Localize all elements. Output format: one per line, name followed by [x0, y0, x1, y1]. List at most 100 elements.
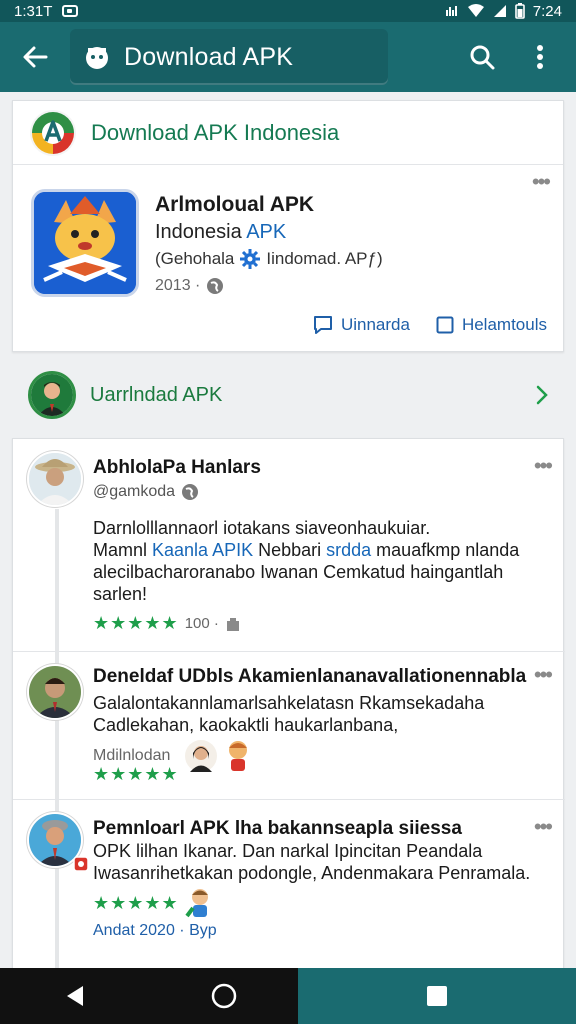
app-header-card: Download APK Indonesia Arlmoloual APK In… — [12, 100, 564, 352]
android-robot-icon — [86, 47, 108, 69]
status-time-left: 1:31T — [14, 2, 53, 20]
header-title: Download APK Indonesia — [91, 119, 340, 145]
header-row: Download APK Indonesia — [13, 101, 563, 165]
triangle-back-icon — [66, 986, 83, 1006]
review-item: Deneldaf UDbls Akamienlananavallationenn… — [13, 651, 565, 799]
sticker-kid-icon — [185, 889, 208, 918]
review-line: Iwasanrihetkakan podongle, Andenmakara P… — [93, 863, 531, 883]
app-bar-title: Download APK — [124, 42, 294, 71]
nav-home-button[interactable] — [196, 968, 252, 1024]
wifi-icon — [467, 4, 484, 17]
review-line: Darnlolllannaorl iotakans siaveonhaukuia… — [93, 518, 431, 538]
review-highlight: Kaanla APIK — [152, 540, 254, 560]
review-item: Pemnloarl APK lha bakannseapla siiessa •… — [13, 799, 565, 968]
review-more-button[interactable]: ••• — [534, 662, 553, 688]
overflow-menu-button[interactable] — [520, 37, 560, 77]
review-highlight: srdda — [326, 540, 372, 560]
chevron-right-icon — [536, 385, 548, 405]
app-name: Arlmoloual APK — [155, 193, 315, 216]
star-rating: ★★★★★ — [93, 613, 179, 633]
globe-icon — [182, 484, 199, 500]
system-nav-bar — [0, 968, 576, 1024]
comment-action-button[interactable]: Uinnarda — [313, 315, 410, 335]
circle-home-icon — [211, 983, 236, 1009]
review-more-button[interactable]: ••• — [534, 814, 553, 840]
review-line: Mamnl Kaanla APIK Nebbari srdda mauafkmp… — [93, 539, 548, 561]
reviewer-handle: @gamkoda — [93, 483, 199, 501]
arrow-back-icon — [23, 46, 48, 68]
status-time-right: 7:24 — [532, 2, 562, 20]
app-year-text: 2013 · — [155, 277, 201, 294]
review-count: 100 · — [184, 615, 219, 632]
reviewer-avatar[interactable] — [27, 664, 83, 720]
title-box: Download APK — [70, 29, 388, 85]
app-subtitle: Indonesia APK — [155, 221, 286, 244]
cell-signal-icon — [493, 5, 506, 17]
back-button[interactable] — [0, 22, 70, 92]
signal-icon — [445, 6, 457, 16]
review-meta: ★★★★★ 100 · — [93, 613, 241, 634]
more-vert-icon — [537, 45, 543, 69]
app-icon[interactable] — [31, 189, 139, 297]
nav-recents-button[interactable] — [409, 968, 465, 1024]
mascot-icon — [34, 192, 136, 294]
battery-icon — [514, 3, 525, 19]
review-line: Galalontakannlamarlsahkelatasn Rkamsekad… — [93, 693, 485, 713]
review-body: OPK lilhan Ikanar. Dan narkal Ipincitan … — [93, 840, 548, 884]
sticker-woman-icon — [185, 740, 218, 772]
star-rating: ★★★★★ — [93, 892, 179, 913]
review-rating: ★★★★★ — [93, 764, 179, 785]
app-subtitle-highlight: APK — [246, 221, 287, 243]
star-rating: ★★★★★ — [93, 764, 179, 784]
review-text: mauafkmp nlanda — [371, 540, 520, 560]
app-info-row: Arlmoloual APK Indonesia APK (Gehohala I… — [13, 165, 563, 353]
sticker-boy-icon — [229, 741, 248, 771]
reviewer-name: Deneldaf UDbls Akamienlananavallationenn… — [93, 666, 527, 687]
reviewer-name: Pemnloarl APK lha bakannseapla siiessa — [93, 818, 462, 839]
search-icon — [470, 45, 495, 70]
content-area[interactable]: Download APK Indonesia Arlmoloual APK In… — [0, 92, 576, 968]
comment-action-label: Uinnarda — [340, 315, 410, 334]
reviewer-avatar[interactable] — [27, 451, 83, 507]
review-line: OPK lilhan Ikanar. Dan narkal Ipincitan … — [93, 841, 483, 861]
review-body: Galalontakannlamarlsahkelatasn Rkamsekad… — [93, 692, 548, 736]
apk-logo-icon — [30, 109, 76, 156]
review-text: Mamnl — [93, 540, 153, 560]
app-developer: (Gehohala Iindomad. APƒ) — [155, 249, 383, 269]
review-text: Nebbari — [253, 540, 327, 560]
developer-name: Uarrlndad APK — [90, 383, 223, 406]
review-line: alecilbacharoranabo Iwanan Cemkatud hain… — [93, 562, 504, 604]
notification-icon — [62, 5, 79, 17]
review-meta-label: Mdilnlodan — [93, 747, 171, 764]
square-recents-icon — [427, 986, 447, 1006]
comment-icon — [313, 316, 332, 334]
globe-icon — [207, 278, 224, 294]
review-footer[interactable]: Andat 2020 · Byp — [93, 922, 217, 940]
app-more-button[interactable]: ••• — [532, 169, 551, 195]
app-subtitle-prefix: Indonesia — [155, 221, 242, 243]
developer-row[interactable]: Uarrlndad APK — [12, 360, 564, 430]
nav-back-button[interactable] — [47, 968, 103, 1024]
checkbox-action-label: Helamtouls — [461, 315, 547, 334]
app-actions: Uinnarda Helamtouls — [313, 315, 547, 335]
developer-prefix: (Gehohala — [155, 249, 235, 268]
developer-suffix: Iindomad. APƒ) — [266, 249, 383, 268]
checkbox-action-button[interactable]: Helamtouls — [436, 315, 547, 335]
verified-gear-icon — [240, 249, 261, 269]
developer-avatar — [28, 371, 76, 419]
status-bar: 1:31T 7:24 — [0, 0, 576, 22]
reviews-card: AbhlolaPa Hanlars @gamkoda ••• Darnlolll… — [12, 438, 565, 968]
review-item: AbhlolaPa Hanlars @gamkoda ••• Darnlolll… — [13, 439, 565, 651]
search-button[interactable] — [462, 37, 502, 77]
review-rating: ★★★★★ — [93, 886, 215, 920]
app-bar: Download APK — [0, 22, 576, 92]
reviewer-name: AbhlolaPa Hanlars — [93, 457, 261, 478]
review-more-button[interactable]: ••• — [534, 453, 553, 479]
review-body: Darnlolllannaorl iotakans siaveonhaukuia… — [93, 517, 548, 605]
app-year: 2013 · — [155, 277, 224, 295]
review-line: Cadlekahan, kaokaktli haukarlanbana, — [93, 715, 399, 735]
checkbox-icon — [436, 316, 454, 334]
bag-icon — [226, 617, 239, 631]
reviewer-handle-text: @gamkoda — [93, 483, 176, 500]
badge-icon — [73, 856, 89, 872]
